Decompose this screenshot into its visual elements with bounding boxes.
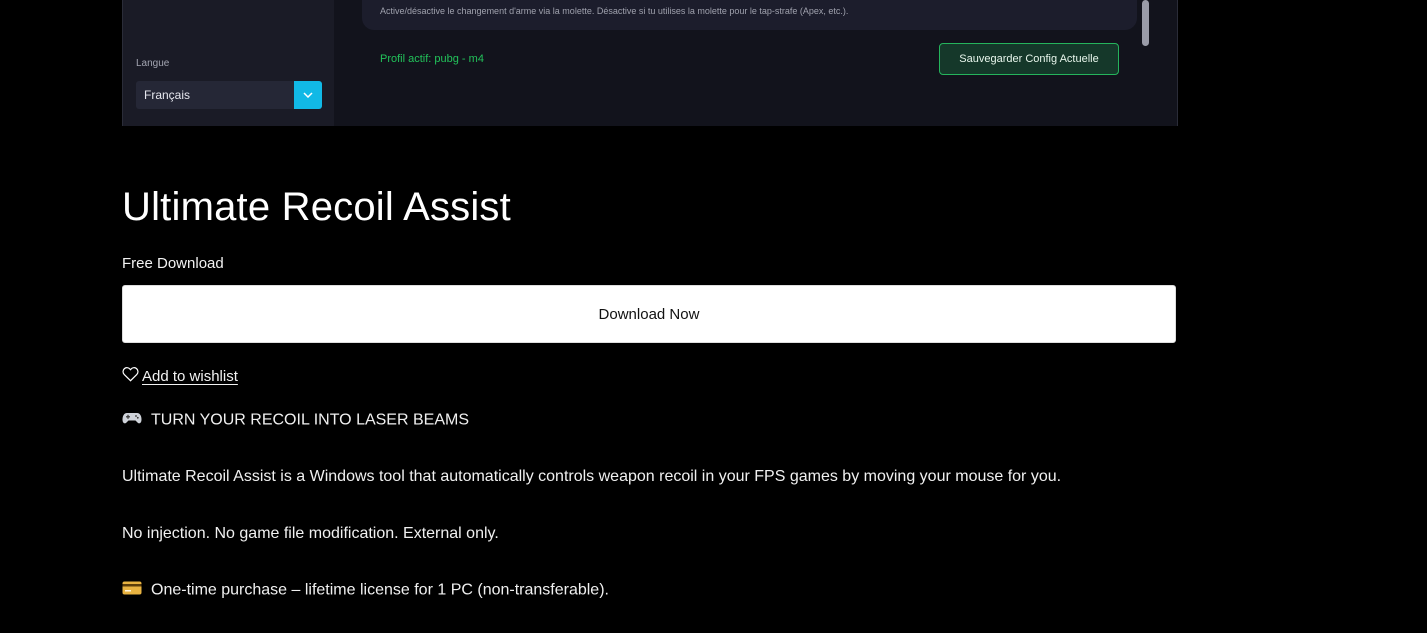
language-select[interactable]: Français [136,81,322,109]
price-label: Free Download [122,255,224,272]
gamepad-icon [122,411,144,430]
app-sidebar: Langue Français [123,0,334,126]
save-config-button[interactable]: Sauvegarder Config Actuelle [939,43,1119,75]
download-now-button[interactable]: Download Now [122,285,1176,343]
wishlist-label: Add to wishlist [142,367,238,385]
description-paragraph-1: Ultimate Recoil Assist is a Windows tool… [122,468,1062,485]
credit-card-icon [122,581,144,600]
license-text: One-time purchase – lifetime license for… [151,581,609,599]
setting-card: Active/désactive le changement d'arme vi… [362,0,1137,30]
language-label: Langue [136,58,170,69]
add-to-wishlist-link[interactable]: Add to wishlist [122,366,238,386]
app-main-area: Active/désactive le changement d'arme vi… [334,0,1177,126]
product-title: Ultimate Recoil Assist [122,185,511,229]
description-paragraph-2: No injection. No game file modification.… [122,525,499,542]
app-screenshot-preview: Langue Français Active/désactive le chan… [122,0,1178,126]
headline-text: TURN YOUR RECOIL INTO LASER BEAMS [151,411,469,429]
scrollbar-thumb[interactable] [1142,0,1149,46]
setting-description: Active/désactive le changement d'arme vi… [380,6,849,16]
license-line: One-time purchase – lifetime license for… [122,581,609,600]
description-headline: TURN YOUR RECOIL INTO LASER BEAMS [122,411,469,430]
active-profile-label: Profil actif: pubg - m4 [380,53,484,65]
chevron-down-icon[interactable] [294,81,322,109]
heart-icon [122,366,139,387]
language-select-value: Français [144,88,191,102]
